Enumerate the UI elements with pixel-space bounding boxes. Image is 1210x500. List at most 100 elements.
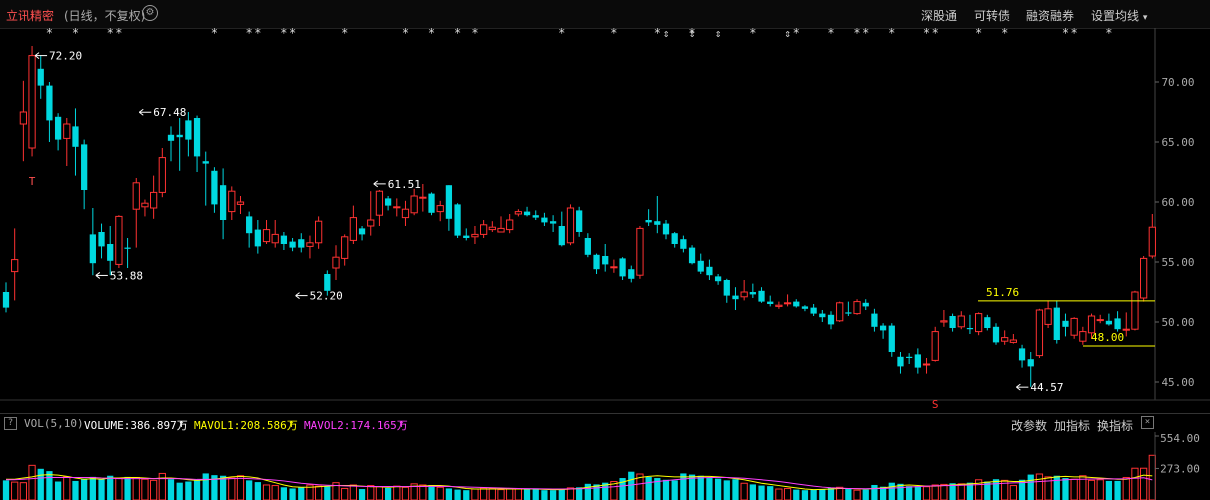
volume-bar: [89, 476, 96, 500]
candle-body: [54, 116, 62, 140]
volume-bar: [72, 480, 79, 500]
candle-body: [349, 217, 357, 241]
menu-hk-connect[interactable]: 深股通: [921, 7, 957, 24]
menu-convertible-bond[interactable]: 可转债: [974, 7, 1010, 24]
volume-bar: [463, 490, 470, 500]
volume-bar: [628, 471, 635, 500]
star-marker: *: [558, 28, 565, 40]
candle-body: [662, 223, 670, 235]
peak3-annotation-label: 61.51: [388, 178, 421, 191]
volume-bar: [246, 480, 253, 500]
candle-body: [584, 238, 591, 255]
volume-bar: [158, 472, 166, 500]
price-tick-label: 60.00: [1161, 196, 1194, 209]
candle-body: [236, 201, 245, 205]
candle-body: [819, 313, 826, 318]
menu-margin-trading[interactable]: 融资融券: [1026, 7, 1074, 24]
gear-icon[interactable]: ⚙: [142, 5, 158, 21]
stock-title[interactable]: 立讯精密: [6, 7, 54, 24]
volume-bar: [193, 479, 201, 500]
price-chart[interactable]: 70.0065.0060.0055.0050.0045.00* * * * * * * * * *…: [0, 28, 1210, 413]
volume-bar: [922, 486, 931, 500]
candle-body: [532, 215, 539, 218]
volume-bar: [1070, 478, 1078, 500]
candle-body: [176, 134, 183, 138]
star-marker: *: [115, 28, 122, 40]
volume-bar: [1105, 480, 1113, 500]
help-icon[interactable]: ?: [4, 417, 17, 430]
volume-bar: [81, 478, 88, 500]
candle-body: [758, 290, 765, 302]
volume-bar: [454, 489, 461, 500]
volume-bar: [1035, 473, 1044, 500]
volume-bar: [471, 488, 479, 500]
candle-body: [89, 234, 96, 264]
volume-bar: [906, 486, 913, 500]
candle-body: [628, 269, 635, 279]
candle-body: [888, 325, 895, 352]
star-marker: *: [289, 28, 296, 40]
candle-body: [1062, 320, 1069, 327]
volume-bar: [315, 485, 323, 500]
volume-bar: [541, 490, 548, 500]
candle-body: [428, 193, 435, 213]
volume-bar: [19, 482, 27, 500]
volume-tick-label: 273.00: [1160, 462, 1200, 475]
range-low-label: 48.00: [1091, 331, 1124, 344]
volume-bar: [680, 473, 687, 500]
volume-bar: [289, 488, 296, 500]
candle-body: [566, 207, 575, 244]
candle-body: [375, 190, 384, 216]
volume-bar: [810, 489, 817, 500]
star-marker: *: [1062, 28, 1069, 40]
volume-bar: [532, 488, 539, 500]
candle-body: [576, 210, 583, 232]
volume-bar: [1096, 479, 1104, 500]
volume-bar: [445, 488, 453, 500]
candle-body: [949, 316, 956, 328]
candle-body: [358, 228, 366, 235]
candle-body: [341, 236, 349, 259]
candle-body: [262, 229, 271, 243]
pin-marker: ⇕: [715, 28, 722, 40]
arrow-up-icon: ↑: [288, 417, 295, 430]
volume-value: VOLUME:386.897万: [84, 419, 188, 432]
volume-bar: [957, 483, 965, 500]
star-marker: *: [975, 28, 982, 40]
star-marker: *: [254, 28, 261, 40]
candle-body: [549, 221, 557, 224]
candle-body: [914, 354, 921, 368]
candle-body: [81, 144, 88, 190]
t-marker: T: [29, 175, 36, 188]
candle-body: [714, 276, 722, 282]
star-marker: *: [1001, 28, 1008, 40]
volume-bar: [1122, 476, 1130, 500]
candle-body: [471, 233, 479, 238]
candle-body: [671, 233, 678, 244]
candle-body: [158, 157, 166, 193]
candle-body: [1114, 318, 1121, 330]
volume-bar: [645, 476, 652, 500]
volume-bar: [584, 483, 591, 500]
volume-bar: [549, 490, 557, 500]
candle-body: [324, 274, 331, 291]
candle-body: [836, 302, 844, 322]
candle-body: [801, 306, 809, 309]
price-tick-label: 65.00: [1161, 136, 1194, 149]
candle-body: [37, 68, 44, 86]
volume-bar: [488, 487, 496, 500]
candle-body: [271, 233, 279, 244]
menu-ma-settings[interactable]: 设置均线 ▾: [1091, 7, 1147, 24]
candle-body: [957, 315, 965, 328]
volume-bar: [819, 489, 826, 500]
low3-annotation-label: 44.57: [1030, 381, 1063, 394]
pin-marker: ⇕: [663, 28, 670, 40]
volume-bar: [914, 486, 921, 500]
volume-bar: [1087, 479, 1096, 500]
star-marker: *: [1105, 28, 1112, 40]
candle-body: [1131, 291, 1139, 330]
candle-body: [984, 317, 991, 328]
close-icon[interactable]: ×: [1141, 416, 1154, 429]
volume-bar: [254, 482, 261, 500]
candle-body: [28, 55, 36, 149]
